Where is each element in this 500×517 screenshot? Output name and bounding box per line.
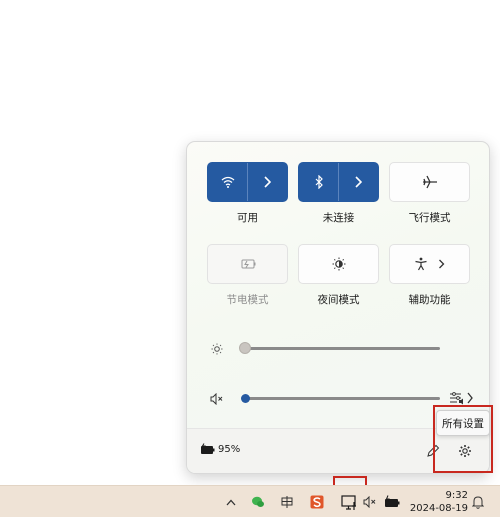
network-tray-button[interactable] [340, 494, 360, 512]
sogou-icon [310, 495, 324, 509]
brightness-slider-thumb[interactable] [239, 342, 251, 354]
night-light-icon [332, 257, 345, 271]
clock-date: 2024-08-19 [409, 503, 468, 514]
brightness-slider-track[interactable] [245, 347, 440, 350]
audio-output-button[interactable] [449, 390, 475, 406]
bluetooth-icon [315, 175, 323, 189]
sogou-input-button[interactable] [309, 494, 325, 510]
chevron-right-icon [264, 176, 272, 188]
airplane-mode-label: 飞行模式 [408, 212, 451, 224]
clock-button[interactable]: 9:32 2024-08-19 [408, 489, 468, 517]
input-method-icon-button[interactable] [279, 494, 295, 510]
input-method-icon [281, 496, 293, 508]
battery-saver-label: 节电模式 [226, 294, 269, 306]
volume-muted-icon [363, 496, 376, 508]
wifi-toggle[interactable] [208, 163, 247, 201]
battery-saver-icon [241, 259, 255, 269]
wifi-label: 可用 [237, 212, 258, 224]
battery-icon [201, 443, 215, 454]
bell-icon [472, 496, 484, 509]
accessibility-icon [415, 257, 427, 271]
audio-output-icon [450, 392, 473, 405]
volume-tray-button[interactable] [362, 495, 378, 509]
volume-slider-track[interactable] [245, 397, 440, 400]
brightness-icon [211, 343, 223, 355]
tray-app-green-icon[interactable] [250, 494, 266, 510]
volume-muted-icon[interactable] [210, 393, 224, 405]
wifi-expand-button[interactable] [248, 163, 287, 201]
network-icon [341, 495, 356, 510]
battery-status[interactable]: 95% [199, 443, 240, 455]
clock-time: 9:32 [445, 490, 468, 501]
settings-highlight-box [433, 405, 493, 473]
bluetooth-tile[interactable] [298, 162, 379, 202]
bluetooth-expand-button[interactable] [339, 163, 378, 201]
taskbar: 9:32 2024-08-19 [0, 485, 500, 517]
battery-tray-button[interactable] [382, 494, 402, 510]
wechat-icon [252, 496, 264, 507]
airplane-icon [422, 175, 437, 189]
bluetooth-label: 未连接 [322, 212, 355, 224]
notification-button[interactable] [470, 494, 486, 510]
volume-slider-thumb[interactable] [241, 394, 250, 403]
accessibility-tile[interactable] [389, 244, 470, 284]
night-light-tile[interactable] [298, 244, 379, 284]
bluetooth-toggle[interactable] [299, 163, 338, 201]
show-hidden-icons-button[interactable] [224, 495, 238, 509]
battery-saver-tile [207, 244, 288, 284]
battery-icon [385, 495, 400, 507]
wifi-tile[interactable] [207, 162, 288, 202]
chevron-up-icon [226, 499, 236, 505]
battery-percent: 95% [218, 443, 241, 455]
wifi-icon [221, 176, 234, 188]
airplane-mode-tile[interactable] [389, 162, 470, 202]
chevron-right-icon [355, 176, 363, 188]
night-light-label: 夜间模式 [317, 294, 360, 306]
accessibility-label: 辅助功能 [408, 294, 451, 306]
chevron-right-icon [439, 259, 445, 269]
